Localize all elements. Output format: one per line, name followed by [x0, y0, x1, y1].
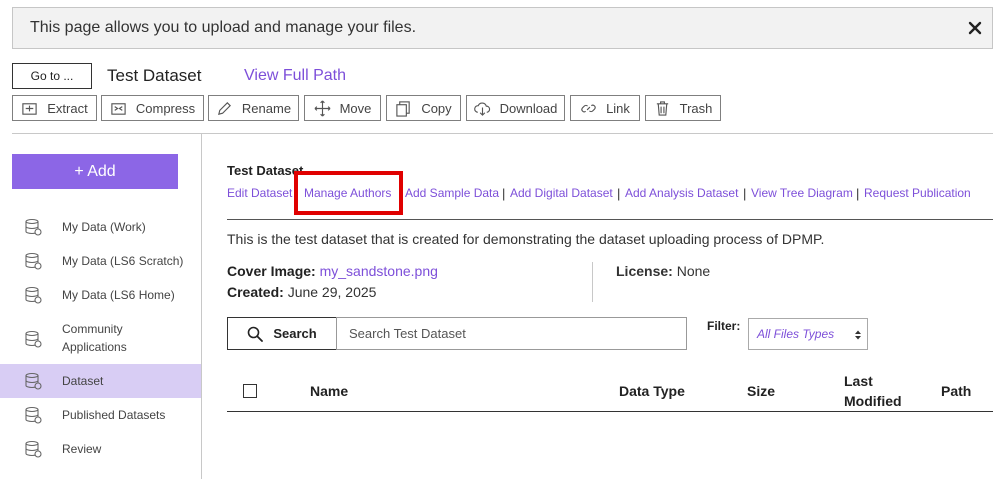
- add-button[interactable]: + Add: [12, 154, 178, 189]
- compress-label: Compress: [135, 100, 196, 116]
- filter-label: Filter:: [707, 319, 741, 333]
- sidebar-item-label: My Data (LS6 Scratch): [62, 254, 184, 268]
- sidebar-item-published-datasets[interactable]: Published Datasets: [0, 403, 201, 427]
- banner-message: This page allows you to upload and manag…: [30, 19, 417, 36]
- move-button[interactable]: Move: [304, 95, 381, 121]
- sidebar-item-my-data-ls6-scratch[interactable]: My Data (LS6 Scratch): [0, 249, 201, 273]
- download-label: Download: [499, 100, 558, 116]
- move-arrows-icon: [314, 100, 331, 116]
- sidebar-item-label: My Data (LS6 Home): [62, 288, 175, 302]
- info-banner: This page allows you to upload and manag…: [12, 7, 993, 49]
- trash-icon: [656, 100, 668, 116]
- pencil-icon: [217, 101, 231, 115]
- trash-label: Trash: [679, 100, 713, 116]
- created-label: Created:: [227, 284, 284, 300]
- database-icon: [25, 440, 42, 458]
- copy-button[interactable]: Copy: [386, 95, 461, 121]
- sidebar-divider: [201, 134, 202, 479]
- header-divider: [12, 133, 993, 134]
- database-icon: [25, 286, 42, 304]
- extract-button[interactable]: Extract: [12, 95, 97, 121]
- add-analysis-dataset-link[interactable]: Add Analysis Dataset: [625, 186, 738, 200]
- table-header-divider: [227, 411, 993, 412]
- edit-dataset-link[interactable]: Edit Dataset: [227, 186, 292, 200]
- database-icon: [25, 218, 42, 236]
- search-button-label: Search: [273, 326, 317, 341]
- add-sample-data-link[interactable]: Add Sample Data: [405, 186, 499, 200]
- copy-icon: [396, 100, 411, 117]
- separator: |: [743, 186, 747, 201]
- cover-image-label: Cover Image:: [227, 263, 316, 279]
- column-header-last-modified[interactable]: Last Modified: [844, 371, 914, 411]
- compress-button[interactable]: Compress: [101, 95, 204, 121]
- extract-icon: [22, 102, 37, 115]
- database-icon: [25, 406, 42, 424]
- rename-button[interactable]: Rename: [208, 95, 299, 121]
- link-icon: [581, 104, 596, 112]
- column-header-data-type[interactable]: Data Type: [619, 381, 685, 401]
- created-row: Created: June 29, 2025: [227, 284, 376, 300]
- created-value: June 29, 2025: [287, 284, 377, 300]
- view-full-path-link[interactable]: View Full Path: [244, 67, 346, 85]
- view-tree-diagram-link[interactable]: View Tree Diagram: [751, 186, 853, 200]
- breadcrumb: Test Dataset: [227, 163, 304, 178]
- sidebar-item-dataset[interactable]: Dataset: [0, 364, 201, 398]
- goto-button[interactable]: Go to ...: [12, 63, 92, 89]
- sidebar-item-label: Review: [62, 442, 102, 456]
- content-divider: [227, 219, 993, 220]
- database-icon: [25, 330, 42, 348]
- link-label: Link: [606, 100, 630, 116]
- separator: |: [502, 186, 506, 201]
- sidebar-item-label: Published Datasets: [62, 408, 166, 422]
- cover-image-link[interactable]: my_sandstone.png: [320, 263, 438, 279]
- request-publication-link[interactable]: Request Publication: [864, 186, 971, 200]
- search-button[interactable]: Search: [227, 317, 337, 350]
- search-input[interactable]: [336, 317, 687, 350]
- meta-divider: [592, 262, 593, 302]
- cover-image-row: Cover Image: my_sandstone.png: [227, 263, 438, 279]
- sidebar-item-review[interactable]: Review: [0, 437, 201, 461]
- close-icon[interactable]: [966, 19, 984, 37]
- link-button[interactable]: Link: [570, 95, 640, 121]
- column-header-name[interactable]: Name: [310, 381, 348, 401]
- download-button[interactable]: Download: [466, 95, 565, 121]
- sidebar-item-my-data-ls6-home[interactable]: My Data (LS6 Home): [0, 283, 201, 307]
- sidebar-item-label: Dataset: [62, 374, 104, 388]
- copy-label: Copy: [421, 100, 452, 116]
- select-all-checkbox[interactable]: [243, 384, 257, 398]
- manage-authors-link[interactable]: Manage Authors: [304, 186, 391, 200]
- license-value: None: [676, 263, 711, 279]
- license-label: License:: [616, 263, 673, 279]
- compress-icon: [111, 102, 126, 115]
- filter-selected-value: All Files Types: [757, 327, 835, 341]
- license-row: License: None: [616, 263, 710, 279]
- extract-label: Extract: [47, 100, 88, 116]
- select-arrows-icon: [855, 330, 861, 340]
- rename-label: Rename: [241, 100, 292, 116]
- separator: |: [856, 186, 860, 201]
- separator: |: [617, 186, 621, 201]
- database-icon: [25, 372, 42, 390]
- add-digital-dataset-link[interactable]: Add Digital Dataset: [510, 186, 613, 200]
- sidebar-item-my-data-work[interactable]: My Data (Work): [0, 215, 201, 239]
- sidebar-item-label: Community Applications: [62, 322, 127, 354]
- column-header-path[interactable]: Path: [941, 381, 971, 401]
- column-header-size[interactable]: Size: [747, 381, 775, 401]
- page-title: Test Dataset: [107, 66, 202, 85]
- search-icon: [248, 326, 264, 342]
- trash-button[interactable]: Trash: [645, 95, 721, 121]
- dataset-description: This is the test dataset that is created…: [227, 231, 825, 247]
- move-label: Move: [339, 100, 372, 116]
- database-icon: [25, 252, 42, 270]
- cloud-download-icon: [473, 101, 490, 116]
- sidebar-item-community-applications[interactable]: Community Applications: [0, 318, 201, 358]
- sidebar-item-label: My Data (Work): [62, 220, 146, 234]
- file-type-filter-select[interactable]: All Files Types: [748, 318, 868, 350]
